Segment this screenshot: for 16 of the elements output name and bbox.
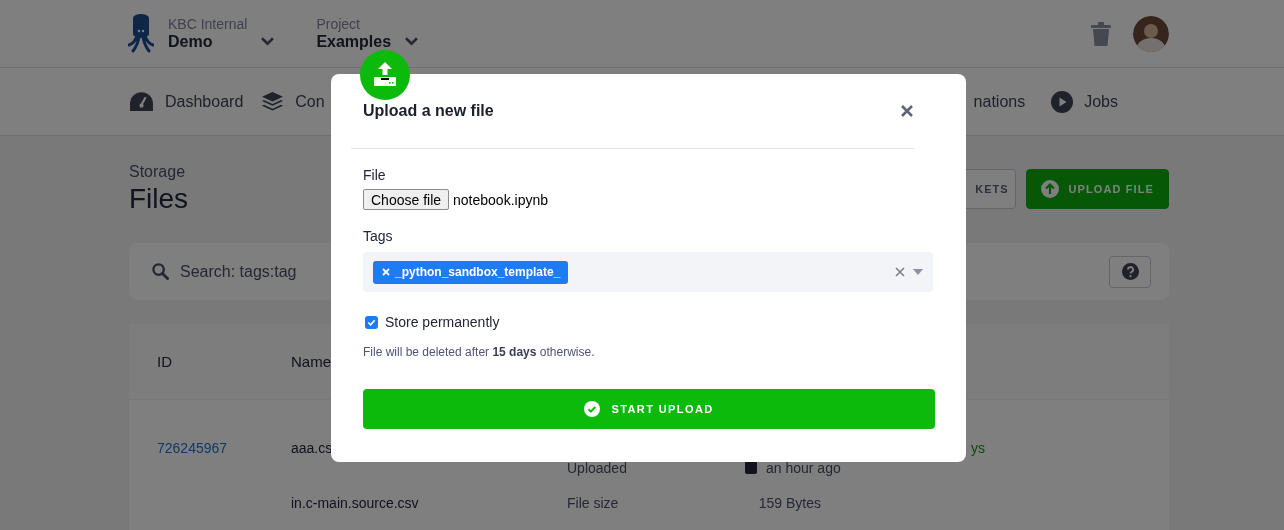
file-name: aaa.cs bbox=[291, 439, 334, 456]
detail-label: Uploaded bbox=[567, 458, 628, 476]
detail-value: 159 Bytes bbox=[758, 495, 821, 511]
page-title: Files bbox=[129, 183, 189, 215]
detail-value: an hour ago bbox=[766, 459, 841, 476]
dialog-title: Upload a new file bbox=[363, 102, 494, 120]
organization-label: KBC Internal bbox=[168, 16, 248, 32]
file-name-text: notebook.ipynb bbox=[453, 191, 548, 208]
field-label: Tags bbox=[363, 228, 394, 244]
expiry-text: ys bbox=[971, 439, 985, 456]
file-name: in.c-main.source.csv bbox=[291, 495, 420, 511]
column-header: ID bbox=[157, 353, 173, 370]
help-text: File will be deleted after 15 days otherwise. bbox=[363, 345, 596, 359]
field-label: File bbox=[363, 167, 387, 183]
project-label: Project bbox=[316, 16, 361, 32]
detail-label: File size bbox=[567, 495, 620, 511]
